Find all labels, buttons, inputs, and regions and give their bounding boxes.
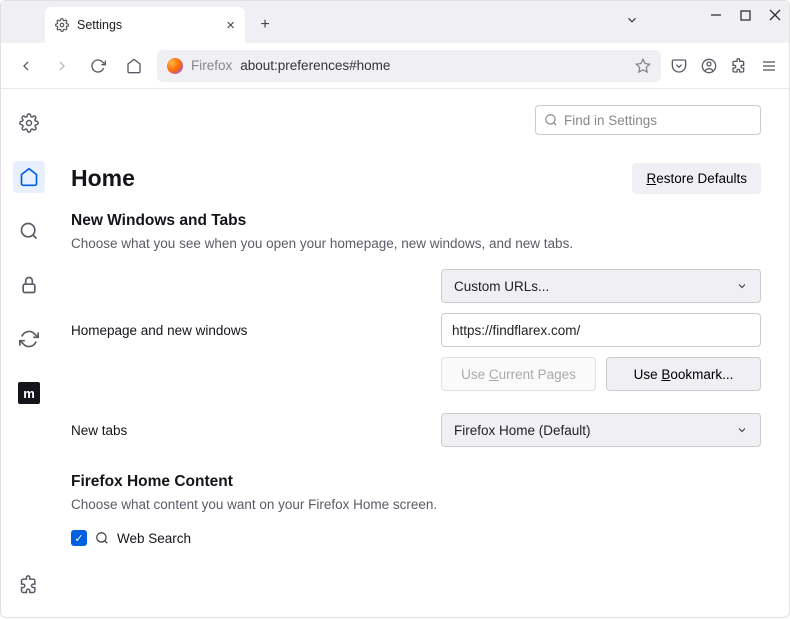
homepage-label: Homepage and new windows: [71, 323, 391, 338]
pocket-icon[interactable]: [671, 58, 687, 74]
select-value: Custom URLs...: [454, 279, 549, 294]
url-bar[interactable]: Firefox about:preferences#home: [157, 50, 661, 82]
sidebar-extensions[interactable]: [13, 569, 45, 601]
urlbar-text: about:preferences#home: [240, 58, 390, 73]
search-icon: [95, 531, 109, 545]
search-icon: [544, 113, 558, 127]
navigation-toolbar: Firefox about:preferences#home: [1, 43, 789, 89]
checkbox-checked-icon[interactable]: ✓: [71, 530, 87, 546]
tab-settings[interactable]: Settings ×: [45, 7, 245, 43]
homepage-mode-select[interactable]: Custom URLs...: [441, 269, 761, 303]
account-icon[interactable]: [701, 58, 717, 74]
settings-sidebar: m: [1, 89, 57, 619]
mozilla-icon: m: [18, 382, 40, 404]
section-new-windows-tabs: New Windows and Tabs: [71, 212, 761, 230]
firefox-logo-icon: [167, 58, 183, 74]
settings-main: Find in Settings Home Restore Defaults N…: [57, 89, 789, 619]
home-button[interactable]: [121, 53, 147, 79]
find-in-settings-input[interactable]: Find in Settings: [535, 105, 761, 135]
close-window-button[interactable]: [769, 9, 781, 21]
extensions-icon[interactable]: [731, 58, 747, 74]
sidebar-general[interactable]: [13, 107, 45, 139]
newtabs-label: New tabs: [71, 423, 391, 438]
newtabs-select[interactable]: Firefox Home (Default): [441, 413, 761, 447]
sidebar-more-from-mozilla[interactable]: m: [13, 377, 45, 409]
maximize-button[interactable]: [740, 10, 751, 21]
bookmark-star-icon[interactable]: [635, 58, 651, 74]
web-search-row[interactable]: ✓ Web Search: [71, 530, 761, 546]
urlbar-brand: Firefox: [191, 58, 232, 73]
select-value: Firefox Home (Default): [454, 423, 591, 438]
sidebar-sync[interactable]: [13, 323, 45, 355]
close-tab-button[interactable]: ×: [226, 17, 235, 34]
section-desc: Choose what you see when you open your h…: [71, 236, 761, 251]
section-home-content: Firefox Home Content: [71, 473, 761, 491]
gear-icon: [55, 18, 69, 32]
chevron-down-icon: [736, 424, 748, 436]
tab-bar: Settings × +: [1, 1, 789, 43]
window-controls: [710, 9, 781, 21]
new-tab-button[interactable]: +: [251, 11, 279, 39]
sidebar-privacy[interactable]: [13, 269, 45, 301]
use-current-pages-button: Use Current Pages: [441, 357, 596, 391]
chevron-down-icon: [736, 280, 748, 292]
tab-title: Settings: [77, 18, 122, 32]
homepage-url-input[interactable]: [441, 313, 761, 347]
sidebar-search[interactable]: [13, 215, 45, 247]
reload-button[interactable]: [85, 53, 111, 79]
section-home-content-desc: Choose what content you want on your Fir…: [71, 497, 761, 512]
restore-defaults-button[interactable]: Restore Defaults: [632, 163, 761, 194]
use-bookmark-button[interactable]: Use Bookmark...: [606, 357, 761, 391]
minimize-button[interactable]: [710, 9, 722, 21]
find-placeholder: Find in Settings: [564, 113, 657, 128]
sidebar-home[interactable]: [13, 161, 45, 193]
forward-button[interactable]: [49, 53, 75, 79]
content-area: m Find in Settings Home Restore Defaults…: [1, 89, 789, 619]
app-menu-icon[interactable]: [761, 58, 777, 74]
tabs-dropdown-button[interactable]: [625, 13, 639, 27]
web-search-label: Web Search: [117, 531, 191, 546]
back-button[interactable]: [13, 53, 39, 79]
